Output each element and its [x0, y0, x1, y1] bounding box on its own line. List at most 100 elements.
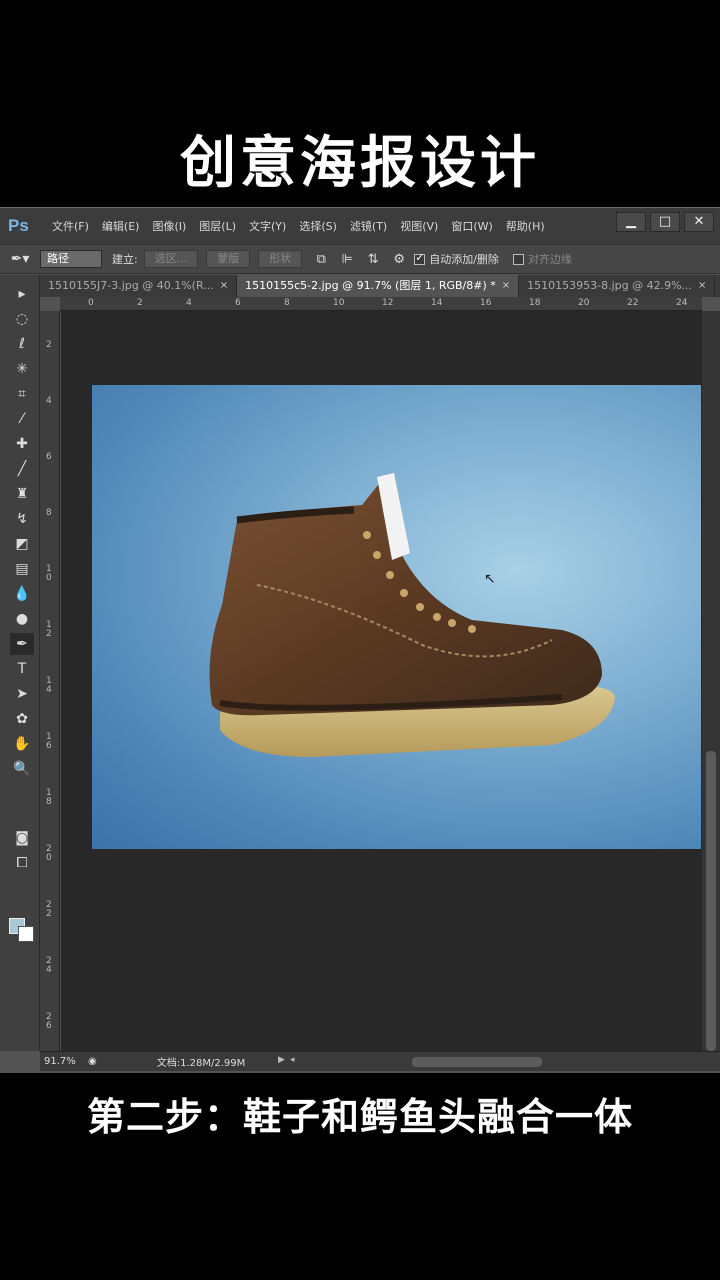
vertical-scroll-thumb[interactable]: [706, 751, 716, 1051]
menu-window[interactable]: 窗口(W): [451, 218, 492, 234]
brush-icon[interactable]: ╱: [10, 458, 34, 480]
vertical-ruler: 2 4 6 8 1 0 1 2 1 4 1 6 1 8 2 0 2 2 2 4 2 6: [40, 311, 60, 1051]
boot-image: ↖: [209, 473, 615, 757]
gradient-icon[interactable]: ▤: [10, 558, 34, 580]
mode-select[interactable]: 路径: [40, 250, 102, 268]
align-edges-label: 对齐边缘: [527, 253, 572, 266]
magic-wand-icon[interactable]: ✳: [10, 358, 34, 380]
healing-brush-icon[interactable]: ✚: [10, 433, 34, 455]
align-edges-checkbox[interactable]: 对齐边缘: [512, 251, 572, 267]
background-color-swatch[interactable]: [18, 926, 34, 942]
tab-document-3[interactable]: 1510153953-8.jpg @ 42.9%... ×: [519, 275, 716, 297]
window-controls: ▁ □ ✕: [616, 212, 714, 232]
ruler-tick-label: 18: [529, 298, 541, 308]
eraser-icon[interactable]: ◩: [10, 533, 34, 555]
eyedropper-icon[interactable]: ⁄: [10, 408, 34, 430]
path-selection-icon[interactable]: ➤: [10, 683, 34, 705]
close-icon[interactable]: ×: [220, 275, 228, 297]
vertical-scrollbar[interactable]: [702, 311, 720, 1051]
ruler-tick-label: 2 0: [46, 844, 52, 863]
checkbox-unchecked-icon[interactable]: [512, 253, 524, 265]
mask-button[interactable]: 蒙版: [206, 250, 251, 268]
dodge-icon[interactable]: ●: [10, 608, 34, 630]
menu-edit[interactable]: 编辑(E): [102, 218, 140, 234]
ruler-tick-label: 20: [578, 298, 590, 308]
tab-document-1[interactable]: 1510155J7-3.jpg @ 40.1%(R... ×: [40, 275, 238, 297]
document-tabs: 1510155J7-3.jpg @ 40.1%(R... × 1510155c5…: [40, 275, 720, 297]
lasso-icon[interactable]: ℓ: [10, 333, 34, 355]
history-brush-icon[interactable]: ↯: [10, 508, 34, 530]
options-bar: ✒▾ 路径 建立: 选区... 蒙版 形状 ⧉ ⊫ ⇅ ⚙ 自动添加/删除 对齐…: [0, 244, 720, 274]
document-workspace[interactable]: ↖: [61, 311, 702, 1051]
move-icon[interactable]: ▸: [10, 283, 34, 305]
gear-icon[interactable]: ⚙: [388, 252, 410, 267]
shape-icon[interactable]: ✿: [10, 708, 34, 730]
scroll-left-icon[interactable]: ◂: [290, 1055, 295, 1065]
ruler-tick-label: 6: [235, 298, 241, 308]
maximize-button[interactable]: □: [650, 212, 680, 232]
ruler-tick-label: 2 6: [46, 1012, 52, 1031]
zoom-icon[interactable]: 🔍: [10, 758, 34, 780]
status-bar: 91.7% ◉ 文档:1.28M/2.99M ▶ ◂: [40, 1051, 720, 1071]
ruler-tick-label: 2: [46, 340, 52, 350]
menu-layer[interactable]: 图层(L): [199, 218, 236, 234]
screen-mode-icon[interactable]: ⧠: [10, 852, 34, 874]
shape-button[interactable]: 形状: [258, 250, 303, 268]
close-icon[interactable]: ×: [698, 275, 706, 297]
quick-mask-icon[interactable]: ◙: [10, 827, 34, 849]
ruler-tick-label: 1 0: [46, 564, 52, 583]
zoom-level-field[interactable]: 91.7%: [40, 1056, 88, 1067]
ruler-tick-label: 1 2: [46, 620, 52, 639]
pen-tool-icon[interactable]: ✒: [10, 633, 34, 655]
hand-icon[interactable]: ✋: [10, 733, 34, 755]
ruler-tick-label: 12: [382, 298, 394, 308]
menu-view[interactable]: 视图(V): [400, 218, 438, 234]
ruler-tick-label: 8: [46, 508, 52, 518]
clone-stamp-icon[interactable]: ♜: [10, 483, 34, 505]
ruler-tick-label: 6: [46, 452, 52, 462]
ruler-tick-label: 1 8: [46, 788, 52, 807]
build-label: 建立:: [112, 253, 138, 266]
menu-type[interactable]: 文字(Y): [249, 218, 286, 234]
menu-filter[interactable]: 滤镜(T): [350, 218, 387, 234]
path-arrangement-icon[interactable]: ⇅: [362, 252, 384, 267]
menu-select[interactable]: 选择(S): [299, 218, 337, 234]
ruler-tick-label: 10: [333, 298, 345, 308]
status-menu-arrow-icon[interactable]: ▶: [278, 1055, 285, 1065]
menu-image[interactable]: 图像(I): [152, 218, 186, 234]
menu-file[interactable]: 文件(F): [52, 218, 89, 234]
horizontal-scroll-thumb[interactable]: [412, 1057, 542, 1067]
tab-document-2[interactable]: 1510155c5-2.jpg @ 91.7% (图层 1, RGB/8#) *…: [237, 275, 520, 297]
close-icon[interactable]: ×: [502, 275, 510, 297]
photoshop-logo: Ps: [8, 216, 29, 235]
status-info-icon[interactable]: ◉: [88, 1056, 97, 1067]
menu-bar: Ps 文件(F) 编辑(E) 图像(I) 图层(L) 文字(Y) 选择(S) 滤…: [0, 208, 720, 244]
svg-text:↖: ↖: [484, 571, 496, 587]
ruler-tick-label: 1 4: [46, 676, 52, 695]
ruler-tick-label: 14: [431, 298, 443, 308]
ruler-tick-label: 4: [46, 396, 52, 406]
crop-icon[interactable]: ⌗: [10, 383, 34, 405]
horizontal-scrollbar[interactable]: ◂: [290, 1055, 688, 1067]
menu-help[interactable]: 帮助(H): [506, 218, 545, 234]
minimize-button[interactable]: ▁: [616, 212, 646, 232]
close-button[interactable]: ✕: [684, 212, 714, 232]
ruler-tick-label: 16: [480, 298, 492, 308]
marquee-icon[interactable]: ◌: [10, 308, 34, 330]
ruler-tick-label: 8: [284, 298, 290, 308]
checkbox-checked-icon[interactable]: [414, 251, 426, 265]
pen-icon[interactable]: ✒▾: [0, 251, 40, 267]
auto-add-delete-checkbox[interactable]: 自动添加/删除: [414, 251, 499, 267]
ruler-tick-label: 2: [137, 298, 143, 308]
top-caption: 创意海报设计: [180, 131, 540, 196]
path-operations-icon[interactable]: ⧉: [310, 252, 332, 267]
type-icon[interactable]: T: [10, 658, 34, 680]
ruler-tick-label: 2 4: [46, 956, 52, 975]
ruler-tick-label: 2 2: [46, 900, 52, 919]
blur-icon[interactable]: 💧: [10, 583, 34, 605]
selection-button[interactable]: 选区...: [143, 250, 199, 268]
path-alignment-icon[interactable]: ⊫: [336, 252, 358, 267]
auto-add-delete-label: 自动添加/删除: [429, 253, 499, 266]
horizontal-ruler: 0 2 4 6 8 10 12 14 16 18 20 22 24: [60, 297, 702, 311]
document-canvas[interactable]: ↖: [92, 385, 701, 849]
